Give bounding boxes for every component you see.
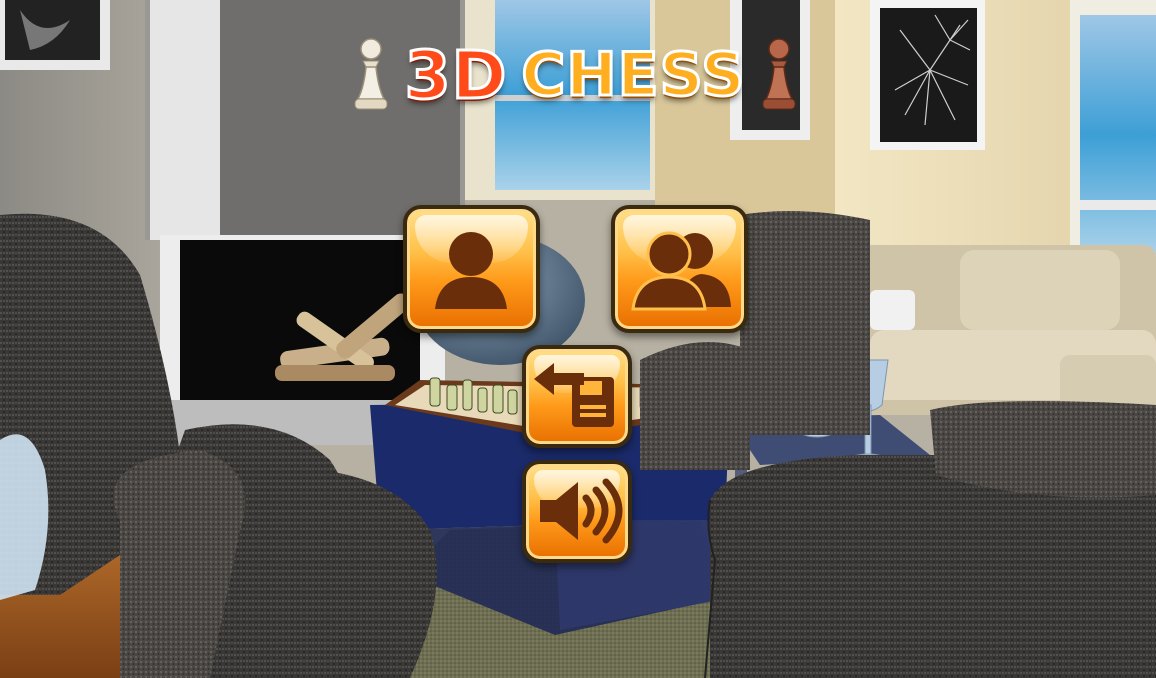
white-pawn-icon [354,38,388,110]
room-background: 3D CHESS [0,0,1156,678]
multiplayer-icon [631,231,731,311]
title-3d: 3D [403,35,508,115]
single-player-button[interactable] [403,205,540,333]
multiplayer-button[interactable] [611,205,748,333]
brown-pawn-icon [762,38,796,110]
load-game-button[interactable] [522,345,632,448]
load-save-icon [534,363,614,427]
title-chess: CHESS [520,39,746,112]
speaker-icon [540,478,623,544]
single-player-icon [435,232,507,309]
sound-toggle-button[interactable] [522,460,632,563]
game-logo: 3D CHESS [300,30,850,120]
